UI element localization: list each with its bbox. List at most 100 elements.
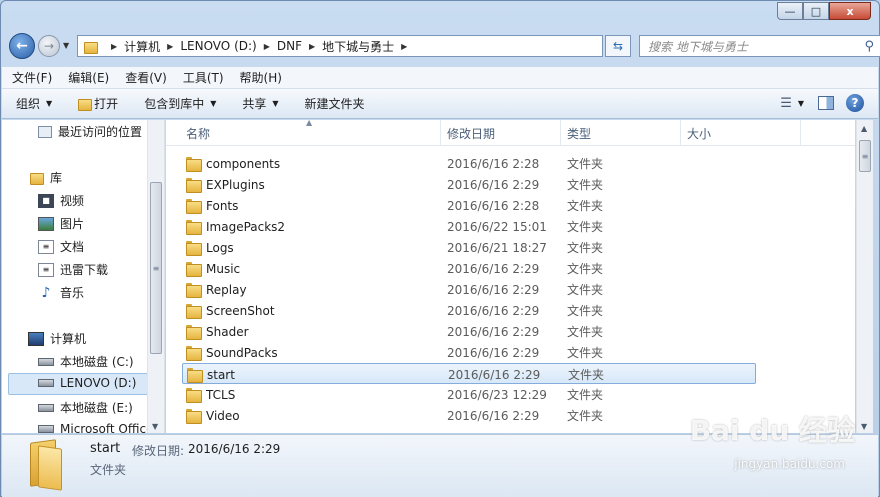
column-name[interactable]: 名称	[180, 120, 441, 146]
file-name: Logs	[206, 240, 234, 255]
nav-item-documents[interactable]: ≡ 文档	[38, 238, 84, 255]
file-row[interactable]: Shader 2016/6/16 2:29 文件夹	[182, 321, 756, 342]
breadcrumb-drive[interactable]: LENOVO (D:)	[180, 39, 256, 53]
back-button[interactable]: ←	[9, 33, 35, 59]
menu-file[interactable]: 文件(F)	[12, 69, 52, 86]
document-icon: ≡	[38, 239, 54, 254]
file-type: 文件夹	[567, 304, 604, 318]
nav-item-drive-c[interactable]: 本地磁盘 (C:)	[38, 353, 134, 370]
recent-pages-dropdown[interactable]: ▼	[63, 41, 69, 50]
forward-arrow-icon: →	[43, 39, 55, 53]
drive-icon	[38, 403, 54, 412]
file-row[interactable]: components 2016/6/16 2:28 文件夹	[182, 153, 756, 174]
refresh-button[interactable]: ⇆	[605, 35, 631, 57]
file-row[interactable]: TCLS 2016/6/23 12:29 文件夹	[182, 384, 756, 405]
file-name: EXPlugins	[206, 177, 265, 192]
column-size-label: 大小	[687, 126, 712, 141]
open-button[interactable]: 打开	[78, 95, 118, 112]
details-item-type: 文件夹	[90, 463, 127, 477]
organize-button[interactable]: 组织 ▼	[16, 95, 52, 112]
nav-item-office[interactable]: Microsoft Office	[38, 422, 153, 433]
file-type: 文件夹	[567, 409, 604, 423]
close-button[interactable]: x	[829, 2, 871, 20]
nav-item-downloads[interactable]: ≡ 迅雷下载	[38, 261, 108, 278]
file-row[interactable]: Logs 2016/6/21 18:27 文件夹	[182, 237, 756, 258]
share-button[interactable]: 共享 ▼	[242, 95, 278, 112]
nav-item-label: Microsoft Office	[60, 422, 154, 433]
preview-pane-icon[interactable]	[818, 96, 834, 110]
breadcrumb-arrow-icon[interactable]: ▶	[309, 42, 315, 51]
breadcrumb-arrow-icon[interactable]: ▶	[167, 42, 173, 51]
folder-icon	[186, 199, 202, 214]
view-options-dropdown[interactable]: ▼	[798, 99, 804, 108]
file-row-selected[interactable]: start 2016/6/16 2:29 文件夹	[182, 363, 756, 384]
search-icon[interactable]: ⚲	[864, 39, 874, 54]
folder-icon	[186, 178, 202, 193]
file-date: 2016/6/16 2:29	[447, 261, 540, 276]
chevron-down-icon: ▼	[272, 99, 279, 108]
picture-icon	[38, 216, 54, 231]
column-type[interactable]: 类型	[561, 120, 681, 146]
change-view-icon[interactable]: ☰	[780, 96, 792, 111]
file-row[interactable]: EXPlugins 2016/6/16 2:29 文件夹	[182, 174, 756, 195]
file-row[interactable]: Replay 2016/6/16 2:29 文件夹	[182, 279, 756, 300]
file-row[interactable]: Music 2016/6/16 2:29 文件夹	[182, 258, 756, 279]
file-name: start	[207, 367, 235, 382]
forward-button[interactable]: →	[38, 35, 60, 57]
explorer-window: — □ x ← → ▼ ▶ 计算机 ▶ LENOVO (D:) ▶ DNF ▶ …	[0, 0, 880, 497]
breadcrumb-arrow-icon[interactable]: ▶	[401, 42, 407, 51]
nav-scrollbar[interactable]: ≡ ▼	[147, 120, 164, 433]
breadcrumb-arrow-icon[interactable]: ▶	[264, 42, 270, 51]
minimize-button[interactable]: —	[777, 2, 803, 20]
nav-item-drive-d[interactable]: LENOVO (D:)	[38, 376, 136, 390]
nav-item-music[interactable]: ♪ 音乐	[38, 284, 84, 301]
breadcrumb-dnf[interactable]: DNF	[277, 39, 302, 53]
nav-item-recent-places[interactable]: 最近访问的位置	[38, 123, 142, 140]
scroll-down-icon[interactable]: ▼	[152, 422, 158, 431]
file-row[interactable]: Fonts 2016/6/16 2:28 文件夹	[182, 195, 756, 216]
menu-help[interactable]: 帮助(H)	[240, 69, 282, 86]
nav-item-pictures[interactable]: 图片	[38, 215, 84, 232]
help-icon[interactable]: ?	[846, 94, 864, 112]
file-name: Shader	[206, 324, 249, 339]
file-row[interactable]: Video 2016/6/16 2:29 文件夹	[182, 405, 756, 426]
video-icon: ■	[38, 193, 54, 208]
breadcrumb-computer[interactable]: 计算机	[124, 38, 160, 55]
menu-edit[interactable]: 编辑(E)	[68, 69, 109, 86]
breadcrumb-current[interactable]: 地下城与勇士	[322, 38, 394, 55]
file-date: 2016/6/16 2:29	[448, 367, 541, 382]
file-type: 文件夹	[567, 199, 604, 213]
share-label: 共享	[242, 97, 267, 111]
file-type: 文件夹	[567, 283, 604, 297]
menu-tools[interactable]: 工具(T)	[183, 69, 224, 86]
baidu-watermark: Bai du 经验	[689, 414, 855, 447]
file-name: ScreenShot	[206, 303, 275, 318]
nav-scrollbar-thumb[interactable]: ≡	[150, 182, 162, 354]
file-type: 文件夹	[567, 262, 604, 276]
new-folder-button[interactable]: 新建文件夹	[305, 95, 365, 112]
column-header: ▲ 名称 修改日期 类型 大小	[166, 120, 855, 146]
breadcrumb-arrow-icon[interactable]: ▶	[111, 42, 117, 51]
scroll-up-icon[interactable]: ▲	[861, 124, 867, 133]
file-row[interactable]: ImagePacks2 2016/6/22 15:01 文件夹	[182, 216, 756, 237]
nav-item-label: 库	[50, 171, 63, 185]
nav-item-computer[interactable]: 计算机	[28, 330, 86, 347]
scroll-down-icon[interactable]: ▼	[861, 422, 867, 431]
search-input[interactable]: 搜索 地下城与勇士 ⚲	[639, 35, 880, 57]
include-library-button[interactable]: 包含到库中 ▼	[144, 95, 216, 112]
nav-item-library[interactable]: 库	[28, 169, 62, 186]
file-list-scrollbar-thumb[interactable]: ≡	[859, 140, 871, 172]
column-size[interactable]: 大小	[681, 120, 801, 146]
address-bar[interactable]: ▶ 计算机 ▶ LENOVO (D:) ▶ DNF ▶ 地下城与勇士 ▶	[77, 35, 603, 57]
maximize-button[interactable]: □	[803, 2, 829, 20]
column-date[interactable]: 修改日期	[441, 120, 561, 146]
file-row[interactable]: SoundPacks 2016/6/16 2:29 文件夹	[182, 342, 756, 363]
menu-view[interactable]: 查看(V)	[125, 69, 167, 86]
nav-item-drive-e[interactable]: 本地磁盘 (E:)	[38, 399, 133, 416]
nav-item-video[interactable]: ■ 视频	[38, 192, 84, 209]
search-placeholder: 搜索 地下城与勇士	[648, 39, 748, 54]
nav-item-label: LENOVO (D:)	[60, 376, 137, 390]
file-date: 2016/6/21 18:27	[447, 240, 547, 255]
file-row[interactable]: ScreenShot 2016/6/16 2:29 文件夹	[182, 300, 756, 321]
file-list-scrollbar[interactable]: ▲ ≡ ▼	[856, 120, 873, 433]
